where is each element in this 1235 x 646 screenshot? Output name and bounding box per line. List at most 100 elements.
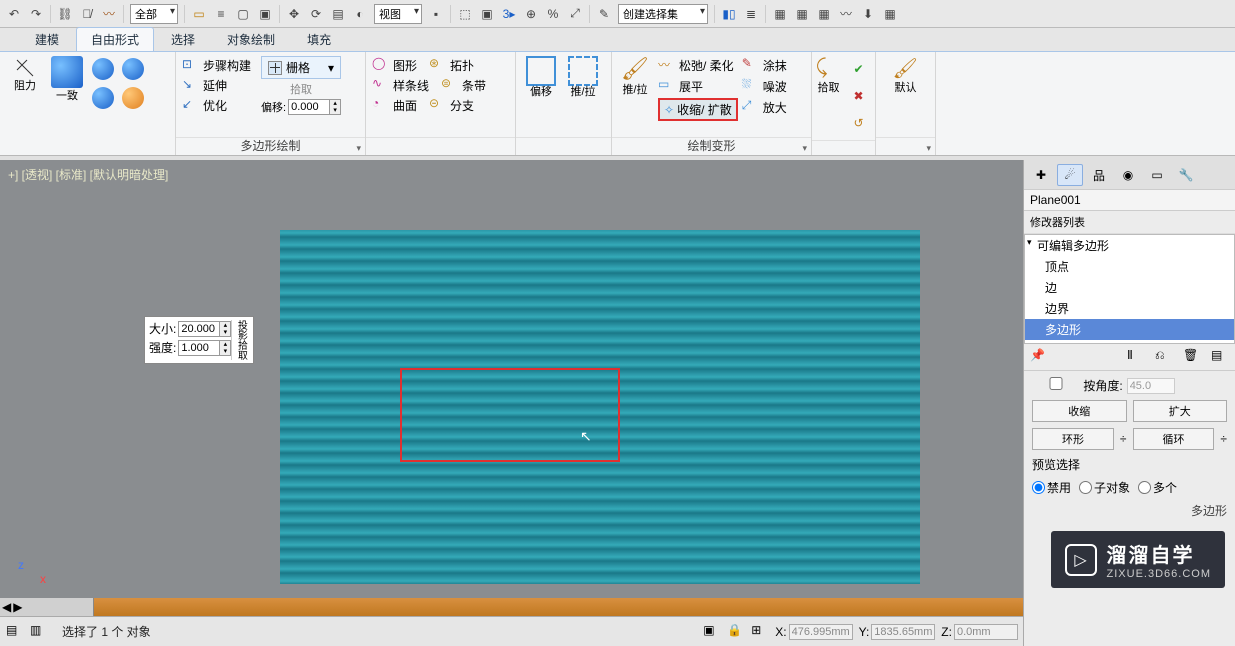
prompt-icon[interactable]: ▥ [30, 623, 48, 641]
tab-select[interactable]: 选择 [156, 27, 210, 51]
select-window-icon[interactable]: ▣ [255, 4, 275, 24]
stepbuild-button[interactable]: ⊡步骤构建 [182, 57, 251, 75]
snap-toggle-icon[interactable]: ⬚ [455, 4, 475, 24]
configure-icon[interactable]: ▤ [1211, 348, 1229, 366]
tab-display-icon[interactable]: ▭ [1144, 164, 1170, 186]
strength-spinner[interactable]: ▴▾ [178, 340, 231, 356]
remove-mod-icon[interactable]: 🗑 [1183, 348, 1201, 366]
redo-icon[interactable]: ↷ [26, 4, 46, 24]
render-icon[interactable]: ▦ [880, 4, 900, 24]
tab-utilities-icon[interactable]: 🔧 [1173, 164, 1199, 186]
coord-x-input[interactable] [789, 624, 853, 640]
lock-icon[interactable]: 🔒 [727, 623, 745, 641]
scale-icon[interactable]: ▤ [328, 4, 348, 24]
shrink-button[interactable]: 收缩 [1032, 400, 1127, 422]
viewport[interactable]: +] [透视] [标准] [默认明暗处理] ↖ z x [0, 160, 1023, 598]
shift-button[interactable]: 偏移 [522, 56, 560, 98]
named-sel-dropdown[interactable]: 创建选择集 [618, 4, 708, 24]
schematic-icon[interactable]: 〰 [836, 4, 856, 24]
named-sel-icon[interactable]: ✎ [594, 4, 614, 24]
track-prev-icon[interactable]: ◀ [2, 600, 11, 614]
stack-border[interactable]: 边界 [1025, 298, 1234, 319]
coord-y-input[interactable] [871, 624, 935, 640]
radio-multi[interactable]: 多个 [1138, 479, 1177, 496]
pin-stack-icon[interactable]: 📌 [1030, 348, 1048, 366]
relax-button[interactable]: 〰松弛/ 柔化 [658, 56, 738, 74]
pushpull-brush-button[interactable]: 🖌 推/拉 [618, 56, 652, 96]
graph-icon[interactable]: ▦ [792, 4, 812, 24]
globe3-icon[interactable] [90, 85, 116, 111]
move-icon[interactable]: ✥ [284, 4, 304, 24]
pivot-icon[interactable]: ▪ [426, 4, 446, 24]
strip-button[interactable]: ⊜条带 [441, 76, 486, 94]
offset-spinner[interactable]: ▴▾ [288, 99, 341, 115]
consistent-button[interactable]: 一致 [48, 56, 86, 102]
tab-modify-icon[interactable]: ☄ [1057, 164, 1083, 186]
optimize-button[interactable]: ↙优化 [182, 97, 251, 115]
radio-subobj[interactable]: 子对象 [1079, 479, 1130, 496]
radio-disable[interactable]: 禁用 [1032, 479, 1071, 496]
tab-modeling[interactable]: 建模 [20, 27, 74, 51]
commit-icon[interactable]: ✔ [846, 56, 872, 82]
smudge-button[interactable]: ✎涂抹 [742, 56, 787, 74]
make-unique-icon[interactable]: ⎌ [1155, 348, 1173, 366]
time-track[interactable]: ◀ ▶ [0, 598, 1023, 616]
grid-dropdown[interactable]: 栅格▾ [261, 56, 341, 79]
viewport-label[interactable]: +] [透视] [标准] [默认明暗处理] [8, 166, 168, 183]
unlink-icon[interactable]: ⛓̸ [77, 4, 97, 24]
globe2-icon[interactable] [120, 56, 146, 82]
tab-freeform[interactable]: 自由形式 [76, 27, 154, 51]
branch-button[interactable]: ⊝分支 [429, 96, 474, 114]
pushpull-button[interactable]: 推/拉 [564, 56, 602, 98]
tab-objectpaint[interactable]: 对象绘制 [212, 27, 290, 51]
filter-dropdown[interactable]: 全部 [130, 4, 178, 24]
ring-button[interactable]: 环形 [1032, 428, 1114, 450]
material-icon[interactable]: ⬇ [858, 4, 878, 24]
snap-pct-icon[interactable]: % [543, 4, 563, 24]
layer-icon[interactable]: ▦ [770, 4, 790, 24]
globe4-icon[interactable] [120, 85, 146, 111]
select-region-icon[interactable]: ▢ [233, 4, 253, 24]
bind-icon[interactable]: 〰 [99, 4, 119, 24]
track-next-icon[interactable]: ▶ [13, 600, 22, 614]
refcoord-dropdown[interactable]: 视图 [374, 4, 422, 24]
extend-button[interactable]: ↘延伸 [182, 77, 251, 95]
tab-fill[interactable]: 填充 [292, 27, 346, 51]
angle-snap-icon[interactable]: ▣ [477, 4, 497, 24]
expand-button[interactable]: 扩大 [1133, 400, 1228, 422]
flatten-button[interactable]: ▭展平 [658, 77, 738, 95]
noise-button[interactable]: ⛆噪波 [742, 77, 787, 95]
cancel-icon[interactable]: ✖ [846, 83, 872, 109]
object-name[interactable]: Plane001 [1024, 190, 1235, 211]
globe1-icon[interactable] [90, 56, 116, 82]
topo-button[interactable]: ⊛拓扑 [429, 56, 474, 74]
rotate-icon[interactable]: ⟳ [306, 4, 326, 24]
byangle-checkbox[interactable]: 按角度: [1032, 377, 1123, 394]
lock-sel-icon[interactable]: ▣ [703, 623, 721, 641]
undo-icon[interactable]: ↶ [4, 4, 24, 24]
shrink-expand-button[interactable]: ✧收缩/ 扩散 [658, 98, 738, 121]
placement-icon[interactable]: ◐ [350, 4, 370, 24]
stack-edge[interactable]: 边 [1025, 277, 1234, 298]
coord-z-input[interactable] [954, 624, 1018, 640]
snap-spin-icon[interactable]: ⤢ [565, 4, 585, 24]
stack-vertex[interactable]: 顶点 [1025, 256, 1234, 277]
pick-button[interactable]: ⤹ 拾取 [816, 56, 842, 94]
abs-icon[interactable]: ⊞ [751, 623, 769, 641]
curve-icon[interactable]: ▦ [814, 4, 834, 24]
surface-button[interactable]: ◔曲面 [372, 96, 417, 114]
stack-editable-poly[interactable]: 可编辑多边形 [1025, 235, 1234, 256]
loop-button[interactable]: 循环 [1133, 428, 1215, 450]
align-icon[interactable]: ≣ [741, 4, 761, 24]
resist-button[interactable]: 阻力 [6, 56, 44, 92]
plane-object[interactable]: ↖ [280, 230, 920, 584]
link-icon[interactable]: ⛓ [55, 4, 75, 24]
size-spinner[interactable]: ▴▾ [178, 321, 231, 337]
spline-button[interactable]: ∿样条线 [372, 76, 429, 94]
shape-button[interactable]: ◯图形 [372, 56, 417, 74]
revert-icon[interactable]: ↺ [846, 110, 872, 136]
brush-float-panel[interactable]: 大小: ▴▾ 强度: ▴▾ 投影拾取 [144, 316, 254, 364]
snap-angle-icon[interactable]: ⊕ [521, 4, 541, 24]
stack-polygon[interactable]: 多边形 [1025, 319, 1234, 340]
script-icon[interactable]: ▤ [6, 623, 24, 641]
